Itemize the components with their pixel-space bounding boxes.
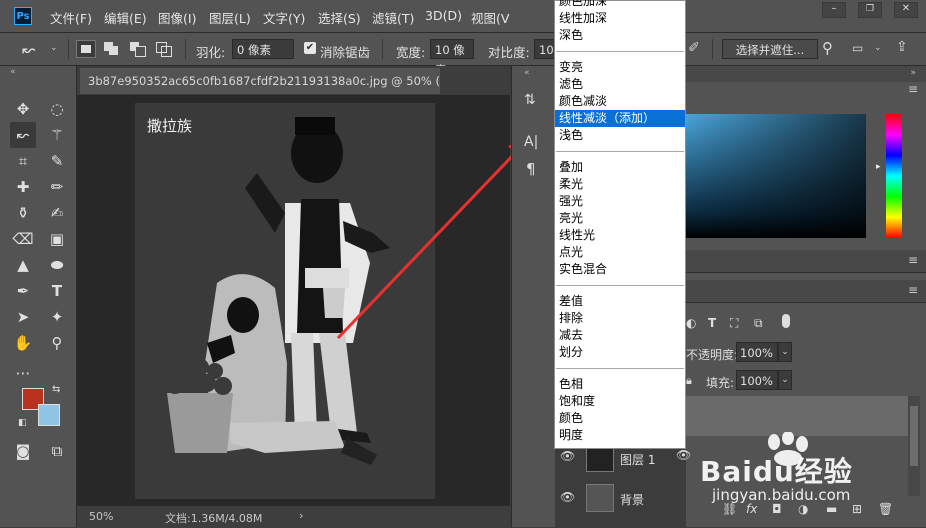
blend-mode-option[interactable]: 深色	[555, 27, 685, 44]
layer-row-selected[interactable]	[686, 396, 908, 436]
background-layer-name[interactable]: 背景	[620, 491, 644, 508]
character-panel-icon[interactable]: A|	[524, 134, 538, 150]
status-menu-arrow[interactable]: ›	[299, 509, 303, 522]
blend-mode-option[interactable]: 变亮	[555, 59, 685, 76]
blend-mode-option[interactable]: 差值	[555, 293, 685, 310]
blend-mode-option[interactable]: 划分	[555, 344, 685, 361]
baidu-watermark: Baidu经验 jingyan.baidu.com	[700, 432, 920, 522]
blend-mode-option[interactable]: 强光	[555, 193, 685, 210]
blend-menu-separator	[556, 51, 684, 52]
fill-label: 填充:	[706, 376, 735, 390]
collapse-icon[interactable]: »	[910, 68, 916, 78]
collapsed-panel-strip: « ⇅ A| ¶	[511, 66, 555, 527]
opacity-chevron-icon[interactable]: ⌄	[778, 342, 792, 362]
blend-mode-option[interactable]: 实色混合	[555, 261, 685, 278]
panel-menu-icon[interactable]: ≡	[908, 283, 918, 297]
layer1-name[interactable]: 图层 1	[620, 451, 655, 468]
blend-mode-option[interactable]: 叠加	[555, 159, 685, 176]
blend-mode-option[interactable]: 色相	[555, 376, 685, 393]
blend-mode-option[interactable]: 颜色减淡	[555, 93, 685, 110]
layers-header: ≡	[686, 280, 926, 303]
collapse-icon[interactable]: «	[524, 68, 530, 78]
document-size: 文档:1.36M/4.08M	[165, 512, 263, 525]
fill-input[interactable]: 100%	[736, 370, 778, 390]
status-bar: 50% 文档:1.36M/4.08M ›	[77, 505, 510, 528]
blend-mode-option[interactable]: 线性加深	[555, 10, 685, 27]
zoom-level[interactable]: 50%	[89, 510, 113, 523]
opacity-input[interactable]: 100%	[736, 342, 778, 362]
filter-smart-object-icon[interactable]: ⧉	[754, 316, 763, 331]
filter-toggle[interactable]	[782, 314, 790, 328]
blend-mode-option[interactable]: 颜色	[555, 410, 685, 427]
color-picker-field[interactable]	[686, 114, 866, 238]
adjustments-header: ≡	[686, 250, 926, 273]
blend-menu-separator	[556, 151, 684, 152]
history-icon[interactable]: ⇅	[524, 92, 536, 108]
fill-chevron-icon[interactable]: ⌄	[778, 370, 792, 390]
blend-mode-option[interactable]: 明度	[555, 427, 685, 444]
visibility-eye-icon[interactable]: 👁︎	[560, 490, 575, 504]
hue-slider[interactable]	[886, 114, 902, 238]
blend-mode-option[interactable]: 滤色	[555, 76, 685, 93]
visibility-eye-icon[interactable]: 👁︎	[676, 448, 691, 462]
opacity-label: 不透明度:	[686, 348, 739, 362]
blend-mode-option[interactable]: 饱和度	[555, 393, 685, 410]
blend-menu-separator	[556, 368, 684, 369]
background-thumbnail	[586, 484, 614, 512]
visibility-eye-icon[interactable]: 👁︎	[560, 449, 575, 463]
watermark-brand: Baidu经验	[700, 455, 853, 488]
blend-mode-option[interactable]: 颜色加深	[555, 0, 685, 10]
blend-mode-option[interactable]: 线性光	[555, 227, 685, 244]
blend-mode-option[interactable]: 排除	[555, 310, 685, 327]
blend-mode-option[interactable]: 点光	[555, 244, 685, 261]
blend-mode-option[interactable]: 浅色	[555, 127, 685, 144]
filter-adjustment-icon[interactable]: ◐	[686, 316, 696, 330]
paragraph-panel-icon[interactable]: ¶	[526, 160, 536, 178]
blend-mode-dropdown[interactable]: 颜色加深 线性加深 深色变亮 滤色 颜色减淡 线性减淡（添加） 浅色叠加 柔光 强光 亮光 线性光点…	[554, 0, 686, 449]
blend-mode-option[interactable]: 亮光	[555, 210, 685, 227]
filter-type-icon[interactable]: T	[708, 316, 716, 330]
blend-mode-option[interactable]: 线性减淡（添加）	[555, 110, 685, 127]
lock-all-icon[interactable]: 🔒︎	[686, 374, 692, 388]
panel-menu-icon[interactable]: ≡	[908, 253, 918, 267]
watermark-url: jingyan.baidu.com	[712, 486, 851, 504]
blend-mode-option[interactable]: 减去	[555, 327, 685, 344]
blend-mode-option[interactable]: 柔光	[555, 176, 685, 193]
filter-shape-icon[interactable]: ⛶	[730, 316, 738, 331]
color-panel-header: ≡	[686, 82, 926, 104]
blend-menu-separator	[556, 285, 684, 286]
panel-menu-icon[interactable]: ≡	[908, 82, 918, 96]
hue-slider-handle[interactable]: ▸	[876, 162, 881, 172]
